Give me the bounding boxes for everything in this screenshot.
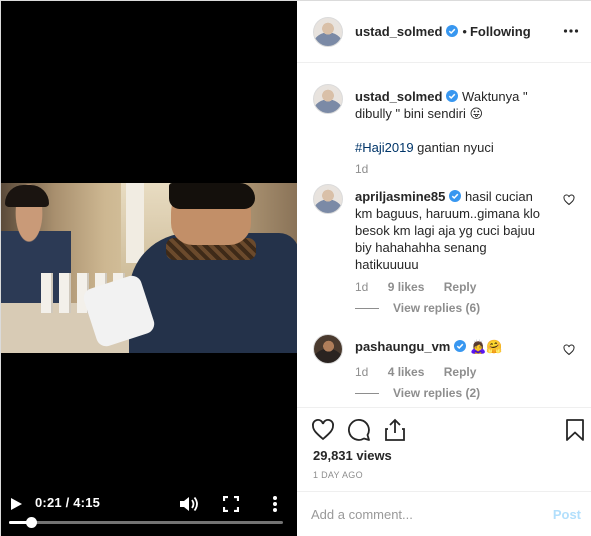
comment-likes[interactable]: 9 likes	[388, 280, 425, 294]
video-progress-bar[interactable]	[9, 517, 283, 528]
post-actions: 29,831 views 1 DAY AGO	[297, 407, 591, 487]
post-date[interactable]: 1 DAY AGO	[313, 470, 363, 480]
caption-text-2: gantian nyuci	[413, 140, 494, 155]
comment-text: 🙇‍♀️🤗	[469, 339, 503, 354]
hashtag-link[interactable]: #Haji2019	[355, 140, 414, 155]
verified-badge-icon	[446, 25, 459, 37]
add-comment-bar: Post	[297, 491, 591, 536]
share-icon[interactable]	[383, 418, 407, 442]
comment-likes[interactable]: 4 likes	[388, 365, 425, 379]
avatar[interactable]	[313, 334, 343, 364]
comment-input[interactable]	[311, 504, 541, 524]
more-vertical-icon[interactable]	[267, 495, 283, 513]
video-controls: 0:21 / 4:15	[1, 487, 297, 536]
video-frame[interactable]	[1, 183, 297, 353]
bookmark-icon[interactable]	[563, 418, 587, 442]
caption-time[interactable]: 1d	[355, 162, 368, 176]
avatar[interactable]	[313, 84, 343, 114]
video-player[interactable]: 0:21 / 4:15	[1, 1, 297, 536]
video-scrubber-handle[interactable]	[26, 517, 38, 528]
heart-icon[interactable]	[563, 344, 575, 356]
volume-icon[interactable]	[179, 495, 199, 513]
comment-icon[interactable]	[347, 418, 371, 442]
header-username[interactable]: ustad_solmed	[355, 24, 442, 39]
comment-time[interactable]: 1d	[355, 280, 368, 294]
reply-button[interactable]: Reply	[444, 365, 477, 379]
heart-icon[interactable]	[563, 194, 575, 206]
header-separator: •	[462, 24, 467, 39]
post-sidebar: ustad_solmed • Following ustad_solmed Wakt…	[297, 1, 591, 536]
comment-time[interactable]: 1d	[355, 365, 368, 379]
views-count[interactable]: 29,831 views	[313, 448, 392, 463]
comments-list[interactable]: ustad_solmed Waktunya " dibully " bini s…	[297, 64, 591, 407]
instagram-post: 0:21 / 4:15 ustad_solmed • Following ust…	[0, 0, 591, 536]
verified-badge-icon	[454, 340, 467, 352]
video-time: 0:21 / 4:15	[35, 495, 101, 510]
comment-username[interactable]: apriljasmine85	[355, 189, 445, 204]
view-replies-button[interactable]: View replies (6)	[355, 301, 480, 315]
comment-username[interactable]: pashaungu_vm	[355, 339, 450, 354]
reply-button[interactable]: Reply	[444, 280, 477, 294]
play-icon[interactable]	[9, 497, 23, 511]
verified-badge-icon	[449, 190, 462, 202]
view-replies-button[interactable]: View replies (2)	[355, 386, 480, 400]
post-button[interactable]: Post	[553, 507, 581, 522]
heart-icon[interactable]	[311, 418, 335, 442]
more-horizontal-icon[interactable]	[563, 23, 579, 39]
avatar[interactable]	[313, 17, 343, 47]
post-header: ustad_solmed • Following	[297, 1, 591, 63]
fullscreen-icon[interactable]	[223, 496, 239, 512]
caption-username[interactable]: ustad_solmed	[355, 89, 442, 104]
following-button[interactable]: Following	[470, 24, 531, 39]
avatar[interactable]	[313, 184, 343, 214]
verified-badge-icon	[446, 90, 459, 102]
